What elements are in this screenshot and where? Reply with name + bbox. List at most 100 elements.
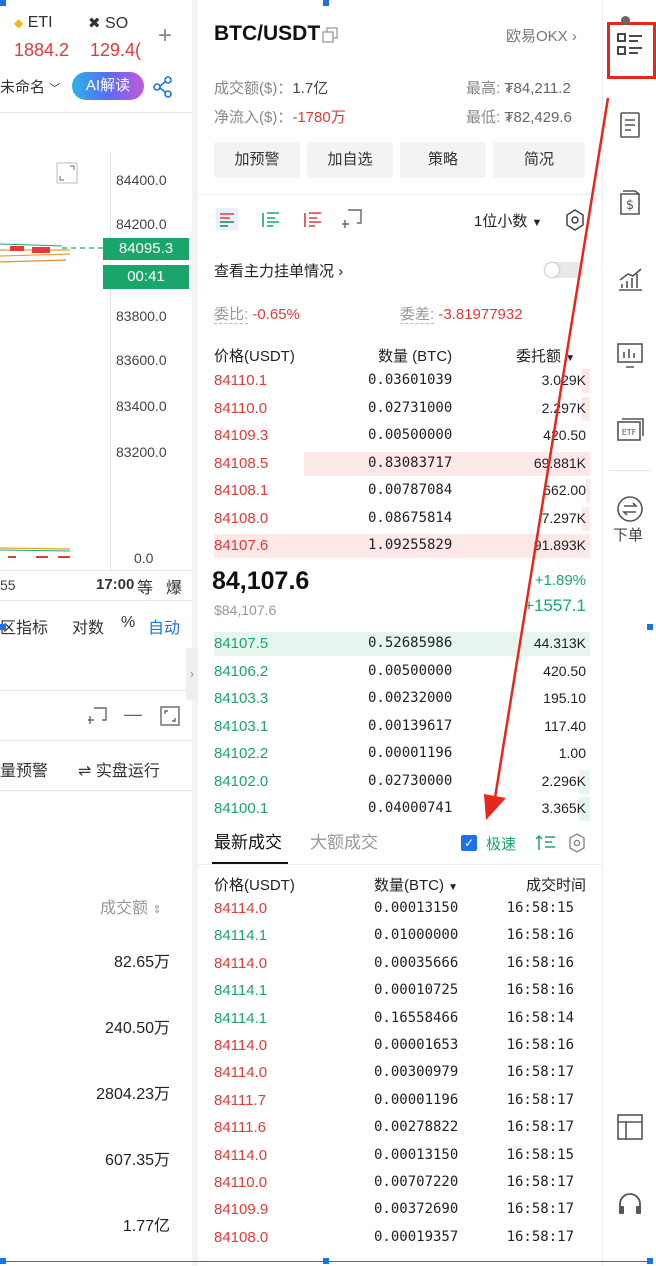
trade-qty: 0.00278822 <box>374 1119 459 1136</box>
trade-time-header: 成交时间 <box>525 877 586 894</box>
trade-price: 84114.1 <box>214 1009 268 1027</box>
tab-large-trades[interactable]: 大额成交 <box>310 828 378 853</box>
trade-time: 16:58:16 <box>506 954 574 971</box>
volume-alert-button[interactable]: 量预警 <box>0 757 48 781</box>
live-run-button[interactable]: ⇌ 实盘运行 <box>78 757 160 781</box>
trade-time: 16:58:17 <box>506 1174 574 1190</box>
ask-price: 84110.1 <box>214 372 268 389</box>
selection-handle <box>323 0 329 6</box>
bid-qty: 0.00139617 <box>368 717 453 734</box>
trade-price: 84114.1 <box>214 982 268 1000</box>
trade-time: 16:58:17 <box>506 1091 574 1108</box>
chevron-down-icon: ﹀ <box>49 83 61 95</box>
trade-price: 84109.9 <box>214 1201 269 1219</box>
ask-price: 84110.0 <box>214 399 268 417</box>
selection-handle <box>647 624 653 630</box>
layout-name-dropdown[interactable]: 未命名 ﹀ <box>0 76 60 97</box>
ask-price: 84107.6 <box>214 537 269 554</box>
layout-name: 未命名 <box>0 79 46 96</box>
expand-icon[interactable] <box>56 162 78 184</box>
bid-ratio-value: -0.65% <box>252 306 300 323</box>
minimize-icon[interactable]: — <box>124 704 142 725</box>
chevron-right-icon: › <box>338 263 344 280</box>
equal-button[interactable]: 等 <box>137 574 153 598</box>
trade-row: 84114.1 0.16558466 16:58:14 <box>198 1008 590 1035</box>
popout-icon[interactable] <box>342 208 364 230</box>
bid-qty: 0.00232000 <box>368 690 453 706</box>
trade-price: 84114.0 <box>214 1064 268 1082</box>
trade-qty: 0.00019357 <box>374 1228 459 1245</box>
main-orders-link[interactable]: 查看主力挂单情况 › <box>214 260 343 281</box>
ai-interpret-button[interactable]: AI解读 <box>72 72 144 100</box>
add-alert-button[interactable]: 加预警 <box>214 142 300 178</box>
auto-scale-button[interactable]: 自动 <box>148 614 180 638</box>
float-window-icon[interactable] <box>88 706 108 726</box>
copy-icon[interactable] <box>322 27 338 43</box>
trade-price: 84111.7 <box>214 1091 266 1109</box>
ob-price-header: 价格(USDT) <box>214 348 295 365</box>
bid-price: 84107.5 <box>214 635 269 652</box>
indicators-button[interactable]: 区指标 <box>0 614 48 638</box>
trade-qty-header[interactable]: 数量(BTC) ▼ <box>374 874 458 895</box>
trade-time: 16:58:15 <box>506 900 574 916</box>
trade-price-header: 价格(USDT) <box>214 877 295 894</box>
trade-qty: 0.00013150 <box>374 900 459 916</box>
tab-latest-trades[interactable]: 最新成交 <box>214 828 282 853</box>
trade-settings-icon[interactable] <box>568 833 586 853</box>
ask-qty: 1.09255829 <box>368 537 453 553</box>
ask-qty: 0.00787084 <box>368 482 453 498</box>
trade-filter-icon[interactable] <box>536 834 556 852</box>
selection-handle <box>0 0 6 6</box>
ask-price: 84109.3 <box>214 427 269 444</box>
turnover-value: 607.35万 <box>105 1152 170 1169</box>
ask-qty: 0.02731000 <box>368 399 453 416</box>
fast-checkbox[interactable]: ✓ <box>461 835 477 851</box>
liquidation-button[interactable]: 爆 <box>166 574 182 598</box>
volume-bars <box>0 547 71 558</box>
book-bids-view-icon[interactable] <box>260 208 282 230</box>
turnover-header[interactable]: 成交额 ⇕ <box>100 894 162 918</box>
bid-price: 84102.0 <box>214 772 269 790</box>
trade-price: 84114.1 <box>214 927 268 945</box>
trade-qty: 0.00013150 <box>374 1146 459 1163</box>
x-axis-label: 55 <box>0 577 16 593</box>
headset-icon[interactable] <box>615 1190 645 1220</box>
trade-price: 84114.0 <box>214 954 268 972</box>
tab-sol-label: SO <box>105 15 129 32</box>
trade-row: 84114.1 0.01000000 16:58:16 <box>198 925 590 952</box>
log-scale-button[interactable]: 对数 <box>72 614 104 638</box>
annotation-highlight-box <box>607 22 656 79</box>
layout-icon[interactable] <box>615 1112 645 1142</box>
book-both-view-icon[interactable] <box>216 208 238 230</box>
price-chart[interactable]: 84400.0 84200.0 84095.3 00:41 83800.0 83… <box>0 152 192 572</box>
add-watchlist-button[interactable]: 加自选 <box>307 142 393 178</box>
y-axis-label: 84200.0 <box>116 216 167 232</box>
ask-price: 84108.5 <box>214 454 269 472</box>
tab-sol[interactable]: ✖ SO <box>88 14 128 33</box>
sort-icon: ⇕ <box>152 904 162 916</box>
live-run-label: 实盘运行 <box>95 763 160 780</box>
exchange-selector[interactable]: 欧易OKX › <box>506 25 577 46</box>
share-icon[interactable] <box>152 76 174 98</box>
trade-time: 16:58:15 <box>506 1146 574 1163</box>
bid-qty: 0.00001196 <box>368 745 453 761</box>
turnover-value: 240.50万 <box>105 1020 170 1037</box>
collapse-handle[interactable]: › <box>186 648 198 700</box>
volume-label: 成交额($)： <box>214 80 293 97</box>
trade-qty: 0.00300979 <box>374 1064 459 1081</box>
svg-text:$: $ <box>626 198 634 213</box>
sol-icon: ✖ <box>88 15 101 32</box>
tab-eth[interactable]: ◆ ETI <box>14 14 53 32</box>
candle-countdown: 00:41 <box>103 265 189 289</box>
y-axis-label: 83200.0 <box>116 444 167 460</box>
bid-price: 84102.2 <box>214 745 269 762</box>
add-tab-button[interactable]: + <box>158 22 172 50</box>
y-axis-label: 83400.0 <box>116 398 167 414</box>
trade-qty: 0.00707220 <box>374 1174 459 1190</box>
maximize-icon[interactable] <box>160 706 180 726</box>
book-asks-view-icon[interactable] <box>302 208 324 230</box>
main-orders-label: 查看主力挂单情况 <box>214 263 335 280</box>
percent-scale-button[interactable]: % <box>121 614 135 632</box>
tab-eth-label: ETI <box>27 14 53 31</box>
annotation-handle-dot <box>621 16 630 25</box>
